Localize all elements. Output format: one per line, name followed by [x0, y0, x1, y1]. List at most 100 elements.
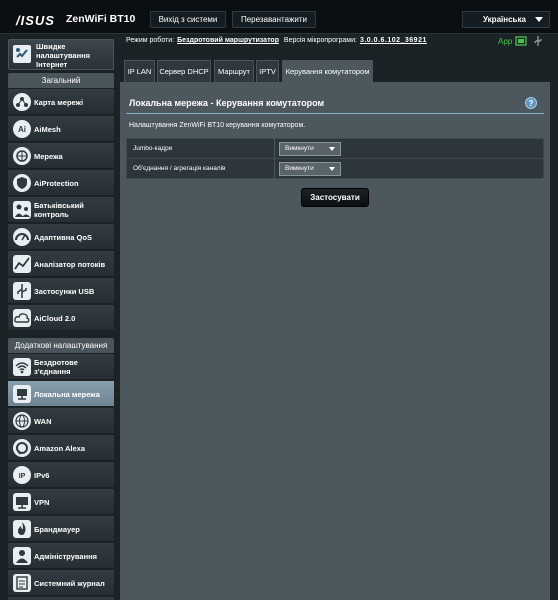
sidebar-item-label: Адаптивна QoS: [34, 232, 92, 242]
shield-icon: [12, 173, 32, 193]
sidebar-item-wan[interactable]: WAN: [8, 408, 114, 434]
sidebar-item-label: Карта мережі: [34, 97, 84, 107]
jumbo-frame-select[interactable]: Вимкнути: [279, 141, 341, 156]
sidebar-item-administration[interactable]: Адміністрування: [8, 543, 114, 569]
asus-logo: /ISUS: [16, 13, 55, 28]
mode-label: Режим роботи:: [126, 37, 175, 44]
general-section-header: Загальний: [8, 73, 114, 88]
sidebar-item-label: IPv6: [34, 470, 50, 480]
sidebar-item-label: WAN: [34, 416, 52, 426]
sidebar-item-aicloud[interactable]: AiCloud 2.0: [8, 305, 114, 331]
sidebar-item-network[interactable]: Мережа: [8, 143, 114, 169]
language-value: Українська: [483, 15, 526, 24]
status-line: Режим роботи: Бездротовий маршрутизатор В…: [126, 37, 427, 44]
sidebar-item-label: Системний журнал: [34, 578, 105, 588]
sidebar-item-wireless[interactable]: Бездротове з'єднання: [8, 354, 114, 380]
usb-status-icon[interactable]: [532, 35, 544, 47]
model-name: ZenWiFi BT10: [66, 13, 136, 25]
content-panel: Локальна мережа - Керування комутатором …: [120, 82, 550, 600]
help-icon[interactable]: ?: [525, 97, 537, 109]
quick-setup-button[interactable]: Швидке налаштування Інтернет: [8, 39, 114, 70]
title-divider: [126, 113, 544, 114]
sidebar-item-label: Аналізатор потоків: [34, 259, 106, 269]
select-value: Вимкнути: [285, 165, 314, 172]
admin-icon: [12, 546, 32, 566]
sidebar-item-label: Мережа: [34, 151, 63, 161]
table-row: Об'єднання / агрегація каналів Вимкнути: [126, 158, 544, 179]
page-description: Налаштування ZenWiFi BT10 керування кому…: [129, 122, 306, 129]
tab-ip-lan[interactable]: IP LAN: [124, 60, 155, 82]
sidebar-item-label: Батьківський контроль: [34, 201, 84, 219]
chevron-down-icon: [535, 17, 543, 22]
network-icon: [12, 146, 32, 166]
svg-text:Ai: Ai: [18, 125, 26, 134]
sidebar-item-firewall[interactable]: Брандмауер: [8, 516, 114, 542]
router-status-icon[interactable]: [515, 35, 527, 47]
sidebar-item-adaptive-qos[interactable]: Адаптивна QoS: [8, 224, 114, 250]
tab-iptv[interactable]: IPTV: [256, 60, 279, 82]
sidebar-item-aiprotection[interactable]: AiProtection: [8, 170, 114, 196]
firmware-version-link[interactable]: 3.0.0.6.102_36921: [360, 37, 427, 44]
sidebar-item-label: Застосунки USB: [34, 286, 95, 296]
sidebar-item-label: Amazon Alexa: [34, 443, 85, 453]
sidebar-item-label: AiCloud 2.0: [34, 313, 76, 323]
tab-switch-control[interactable]: Керування комутатором: [282, 60, 373, 82]
alexa-icon: [12, 438, 32, 458]
sidebar: Швидке налаштування Інтернет Загальний К…: [0, 35, 115, 600]
top-bar: /ISUS ZenWiFi BT10 Вихід з системи Перез…: [0, 0, 558, 34]
qos-gauge-icon: [12, 227, 32, 247]
sidebar-item-label: VPN: [34, 497, 50, 507]
sidebar-item-alexa[interactable]: Amazon Alexa: [8, 435, 114, 461]
chevron-down-icon: [329, 146, 335, 151]
language-select[interactable]: Українська: [462, 11, 550, 28]
advanced-section-header: Додаткові налаштування: [8, 338, 114, 353]
svg-text:IP: IP: [19, 473, 26, 480]
logout-button[interactable]: Вихід з системи: [150, 11, 226, 28]
link-aggregation-label: Об'єднання / агрегація каналів: [126, 158, 275, 179]
jumbo-frame-label: Jumbo-кадри: [126, 138, 275, 159]
sidebar-item-label: Бездротове з'єднання: [34, 358, 78, 376]
table-row: Jumbo-кадри Вимкнути: [126, 138, 544, 159]
usb-apps-icon: [12, 281, 32, 301]
apply-button[interactable]: Застосувати: [301, 188, 369, 207]
firewall-icon: [12, 519, 32, 539]
sidebar-item-label: AiMesh: [34, 124, 61, 134]
quick-setup-label: Швидке налаштування Інтернет: [36, 42, 91, 69]
lan-icon: [12, 384, 32, 404]
sidebar-item-aimesh[interactable]: Ai AiMesh: [8, 116, 114, 142]
aimesh-icon: Ai: [12, 119, 32, 139]
sidebar-item-usb-apps[interactable]: Застосунки USB: [8, 278, 114, 304]
tab-route[interactable]: Маршрут: [214, 60, 254, 82]
link-aggregation-select[interactable]: Вимкнути: [279, 161, 341, 176]
sidebar-item-vpn[interactable]: VPN: [8, 489, 114, 515]
sidebar-item-ipv6[interactable]: IP IPv6: [8, 462, 114, 488]
app-link[interactable]: App: [498, 37, 512, 46]
tab-dhcp-server[interactable]: Сервер DHCP: [157, 60, 211, 82]
network-map-icon: [12, 92, 32, 112]
quick-setup-icon: [12, 44, 32, 64]
cloud-icon: [12, 308, 32, 328]
wireless-icon: [12, 357, 32, 377]
sidebar-item-system-log[interactable]: Системний журнал: [8, 570, 114, 596]
sidebar-item-traffic-analyzer[interactable]: Аналізатор потоків: [8, 251, 114, 277]
settings-table: Jumbo-кадри Вимкнути Об'єднання / агрега…: [126, 138, 544, 179]
system-log-icon: [12, 573, 32, 593]
ipv6-icon: IP: [12, 465, 32, 485]
select-value: Вимкнути: [285, 145, 314, 152]
vpn-icon: [12, 492, 32, 512]
parental-control-icon: [12, 200, 32, 220]
firmware-label: Версія мікропрограми:: [283, 37, 357, 44]
sidebar-item-label: Адміністрування: [34, 551, 98, 561]
reboot-button[interactable]: Перезавантажити: [232, 11, 316, 28]
operation-mode-link[interactable]: Бездротовий маршрутизатор: [177, 37, 279, 44]
traffic-analyzer-icon: [12, 254, 32, 274]
sidebar-item-label: AiProtection: [34, 178, 79, 188]
sidebar-item-parental-control[interactable]: Батьківський контроль: [8, 197, 114, 223]
sidebar-item-label: Локальна мережа: [34, 389, 100, 399]
globe-icon: [12, 411, 32, 431]
chevron-down-icon: [329, 166, 335, 171]
sidebar-item-network-map[interactable]: Карта мережі: [8, 89, 114, 115]
sidebar-item-lan[interactable]: Локальна мережа: [8, 381, 114, 407]
page-title: Локальна мережа - Керування комутатором: [129, 98, 325, 108]
sidebar-item-label: Брандмауер: [34, 524, 80, 534]
